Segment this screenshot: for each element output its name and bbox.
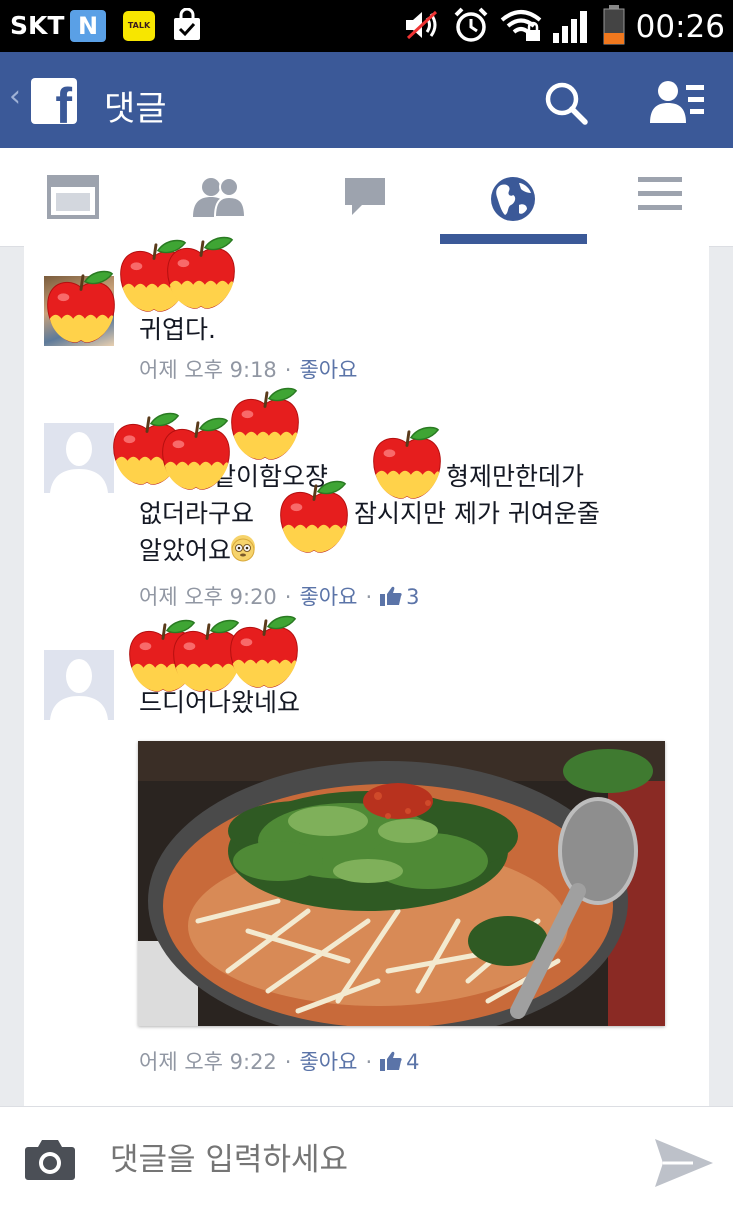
battery-icon — [602, 5, 626, 49]
separator-dot: · — [365, 1050, 373, 1074]
camera-icon[interactable] — [24, 1137, 76, 1185]
app-header: ‹ f 댓글 — [0, 52, 733, 148]
separator-dot: · — [284, 585, 292, 609]
friends-icon — [193, 177, 247, 218]
messages-icon — [345, 178, 385, 215]
signal-icon — [552, 7, 592, 47]
comment-text-part: 없더라구요 — [139, 499, 255, 528]
thumbs-up-icon — [380, 586, 402, 606]
separator-dot: · — [365, 585, 373, 609]
apple-sticker — [157, 415, 235, 493]
tab-more[interactable] — [587, 148, 733, 246]
like-link[interactable]: 좋아요 — [299, 358, 357, 382]
like-link[interactable]: 좋아요 — [299, 1050, 357, 1074]
default-avatar-silhouette-icon — [50, 432, 108, 493]
kakaotalk-icon: TALK — [123, 11, 155, 41]
flushed-face-emoji-icon — [231, 535, 256, 562]
send-icon[interactable] — [653, 1135, 715, 1195]
clock: 00:26 — [635, 9, 725, 45]
apple-sticker — [162, 234, 240, 312]
avatar[interactable] — [44, 423, 114, 493]
default-avatar-silhouette-icon — [50, 659, 108, 720]
friend-requests-icon[interactable] — [650, 79, 706, 129]
status-bar: SKT N TALK 00:26 — [0, 0, 733, 52]
comment-text: 귀엽다. — [139, 315, 216, 344]
search-icon[interactable] — [543, 80, 589, 130]
news-feed-icon — [47, 175, 99, 219]
tab-bar — [0, 148, 733, 247]
avatar[interactable] — [44, 650, 114, 720]
tab-friends[interactable] — [146, 148, 292, 246]
comment-meta: 어제 오후 9:22 · 좋아요 · 4 — [139, 1046, 420, 1076]
facebook-logo-icon[interactable]: f — [31, 78, 77, 124]
tab-messages[interactable] — [292, 148, 438, 246]
comment-text-part: 형제만한데가 — [446, 462, 585, 491]
mute-icon — [402, 8, 442, 46]
apple-sticker — [42, 268, 120, 346]
comment-meta: 어제 오후 9:18 · 좋아요 — [139, 354, 357, 384]
apple-sticker — [275, 478, 353, 556]
comment-timestamp: 어제 오후 9:18 — [139, 358, 277, 382]
like-count[interactable]: 3 — [380, 585, 420, 609]
apple-sticker — [226, 385, 304, 463]
globe-icon — [491, 177, 535, 221]
carrier-label: SKT — [10, 11, 65, 40]
comment-text-part: 잠시지만 제가 귀여운줄 — [354, 499, 600, 528]
comment-input-bar — [0, 1106, 733, 1207]
comment-photo[interactable] — [138, 741, 665, 1041]
comment-input[interactable] — [108, 1141, 632, 1179]
apple-sticker — [368, 424, 446, 502]
comment-text-part: 알았어요 — [139, 536, 232, 565]
shopping-bag-icon — [170, 7, 204, 46]
comment-timestamp: 어제 오후 9:20 — [139, 585, 277, 609]
page-title: 댓글 — [104, 89, 167, 129]
tab-news-feed[interactable] — [0, 148, 146, 246]
naver-icon: N — [70, 10, 106, 42]
thumbs-up-icon — [380, 1051, 402, 1071]
back-chevron-icon[interactable]: ‹ — [9, 82, 21, 112]
menu-icon — [638, 177, 682, 210]
like-link[interactable]: 좋아요 — [299, 585, 357, 609]
food-photo-image — [138, 741, 665, 1041]
apple-sticker — [225, 613, 303, 691]
active-tab-indicator — [440, 234, 587, 244]
wifi-icon — [500, 8, 542, 46]
tab-notifications[interactable] — [440, 148, 586, 246]
alarm-icon — [452, 6, 490, 48]
comment-meta: 어제 오후 9:20 · 좋아요 · 3 — [139, 581, 420, 611]
comment-timestamp: 어제 오후 9:22 — [139, 1050, 277, 1074]
separator-dot: · — [284, 358, 292, 382]
like-count[interactable]: 4 — [380, 1050, 420, 1074]
separator-dot: · — [284, 1050, 292, 1074]
